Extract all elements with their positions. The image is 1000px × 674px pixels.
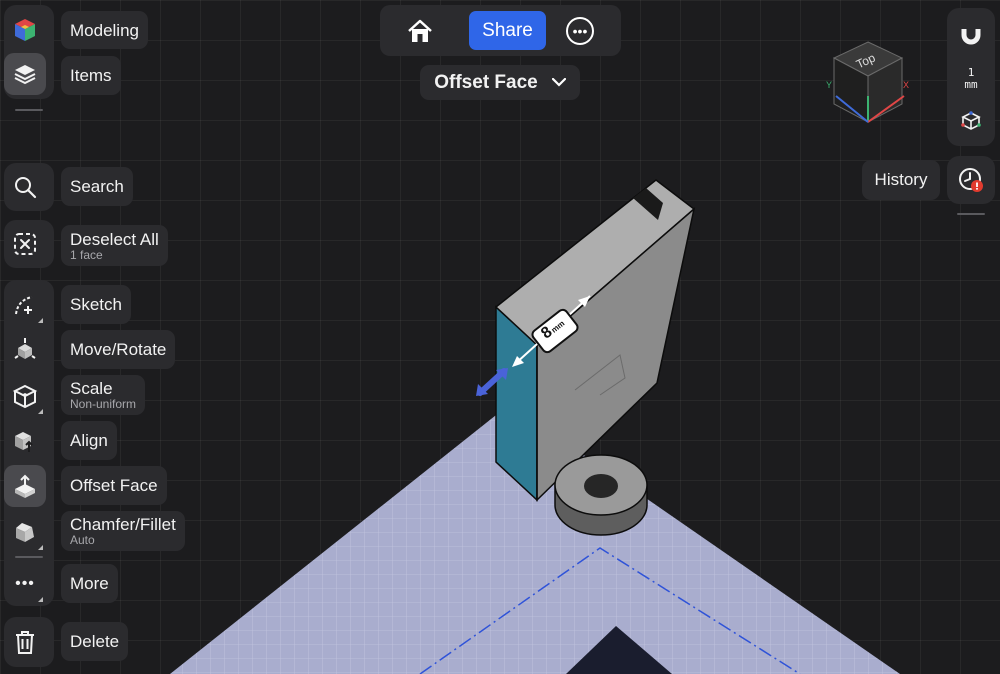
chamfer-icon [16,523,34,542]
delete-button[interactable] [4,621,46,663]
more-options-button[interactable]: ••• [566,17,594,45]
offset-face-text: Offset Face [70,476,158,495]
ellipsis-icon: ••• [572,23,588,39]
history-label[interactable]: History [862,160,940,200]
history-clock-icon [959,168,983,192]
scale-label[interactable]: Scale Non-uniform [61,375,146,415]
cube-color-icon [15,19,35,41]
top-bar: Share ••• [380,5,621,56]
delete-text: Delete [70,632,120,651]
align-button[interactable] [4,420,46,462]
deselect-icon [14,233,36,255]
move-rotate-label[interactable]: Move/Rotate [61,330,176,369]
selection-count: 1 face [70,247,103,262]
mode-dropdown-label: Offset Face [434,71,538,93]
submenu-indicator [38,545,43,550]
mode-dropdown[interactable]: Offset Face [420,65,580,100]
sketch-button[interactable] [4,284,46,326]
deselect-all-label[interactable]: Deselect All 1 face [61,225,168,266]
view-cube-x-label: X [903,80,910,90]
deselect-all-text: Deselect All [70,229,159,249]
move-rotate-button[interactable] [4,329,46,371]
offset-face-label[interactable]: Offset Face [61,466,167,505]
washer-part [554,454,648,536]
search-icon [15,177,37,199]
submenu-indicator [38,409,43,414]
modeling-label[interactable]: Modeling [61,11,148,49]
view-cube-y-label: Y [826,80,833,90]
chamfer-mode: Auto [70,533,95,547]
move-rotate-text: Move/Rotate [70,340,167,359]
align-text: Align [70,431,108,450]
scale-text: Scale [70,379,113,398]
modeling-button[interactable] [4,9,46,51]
more-tools-button[interactable]: ••• [4,563,46,605]
deselect-all-button[interactable] [4,223,46,265]
align-icon [15,432,33,452]
share-button[interactable]: Share [469,11,546,50]
search-label[interactable]: Search [61,167,133,206]
modeling-text: Modeling [70,20,139,40]
search-text: Search [70,177,124,196]
chevron-down-icon [551,78,566,87]
chamfer-fillet-text: Chamfer/Fillet [70,515,176,534]
perspective-cube-icon [961,111,981,130]
chamfer-fillet-label[interactable]: Chamfer/Fillet Auto [61,511,185,551]
align-label[interactable]: Align [61,421,117,460]
items-label[interactable]: Items [61,56,121,95]
offset-face-icon [15,474,35,498]
scale-button[interactable] [4,375,46,417]
chamfer-fillet-button[interactable] [4,511,46,553]
scale-icon [12,384,38,409]
bracket-part [494,179,696,502]
scale-mode: Non-uniform [70,397,137,411]
layers-icon [14,65,36,85]
more-label[interactable]: More [61,564,118,603]
magnet-icon [961,25,981,45]
offset-face-button[interactable] [4,465,46,507]
units-button[interactable]: 1 mm [951,64,991,94]
ellipsis-icon: ••• [15,575,35,592]
divider [957,213,985,215]
view-cube[interactable]: Top X Y [822,38,914,126]
sketch-icon [15,296,33,315]
items-button[interactable] [4,53,46,95]
history-button[interactable] [947,156,995,204]
home-icon [408,19,432,42]
home-button[interactable] [400,15,440,47]
snap-button[interactable] [953,16,989,52]
sketch-label[interactable]: Sketch [61,285,131,324]
search-button[interactable] [4,166,46,208]
move-rotate-icon [14,338,36,359]
more-text: More [70,574,109,593]
submenu-indicator [38,597,43,602]
view-settings-button[interactable] [957,108,985,134]
submenu-indicator [38,318,43,323]
sketch-text: Sketch [70,295,122,314]
history-text: History [874,170,928,189]
units-label: mm [964,78,978,91]
divider [15,109,43,111]
items-text: Items [70,66,112,85]
trash-icon [16,631,34,654]
right-panel: 1 mm [947,8,995,146]
delete-label[interactable]: Delete [61,622,129,661]
divider [15,556,43,558]
